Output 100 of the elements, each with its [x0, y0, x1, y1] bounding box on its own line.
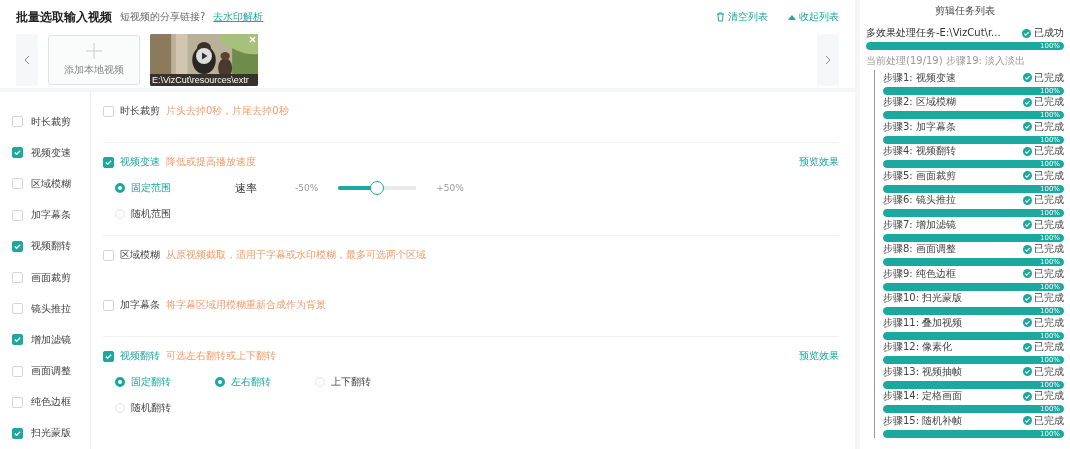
- previous-button[interactable]: [16, 34, 38, 86]
- step-label: 步骤8: 画面调整: [883, 242, 956, 256]
- checkbox[interactable]: [103, 299, 114, 311]
- radio-option[interactable]: 上下翻转: [315, 375, 395, 389]
- step-status: 已完成: [1034, 95, 1064, 109]
- check-circle-icon: [1022, 28, 1031, 38]
- add-video-button[interactable]: 添加本地视频: [48, 35, 140, 85]
- check-circle-icon: [1023, 342, 1032, 352]
- hint-text: 降低或提高播放速度: [166, 155, 256, 169]
- slider-min: -50%: [295, 183, 319, 193]
- checkbox[interactable]: [12, 396, 23, 408]
- parse-link[interactable]: 去水印解析: [213, 10, 264, 24]
- effect-label: 画面调整: [31, 364, 71, 379]
- step-label: 步骤3: 加字幕条: [883, 119, 956, 134]
- current-step-text: 当前处理(19/19) 步骤19: 淡入淡出: [866, 54, 1027, 68]
- hint-text: 从原视频截取，适用于字幕或水印模糊，最多可选两个区域: [166, 248, 426, 262]
- close-icon[interactable]: [249, 36, 256, 43]
- task-status: 已成功: [1034, 26, 1064, 40]
- play-icon[interactable]: [196, 48, 212, 64]
- checkbox[interactable]: [12, 209, 23, 221]
- checkbox[interactable]: [12, 365, 23, 377]
- check-circle-icon: [1023, 416, 1032, 425]
- section-title: 时长裁剪: [120, 104, 160, 118]
- checkbox[interactable]: [12, 178, 23, 190]
- checkbox[interactable]: [12, 427, 23, 439]
- checkbox[interactable]: [12, 240, 23, 252]
- slider-max: +50%: [436, 183, 464, 193]
- checkbox[interactable]: [12, 147, 23, 159]
- section-title: 加字幕条: [120, 298, 160, 312]
- next-button[interactable]: [817, 34, 839, 86]
- checkbox[interactable]: [12, 116, 23, 128]
- step-status: 已完成: [1034, 168, 1064, 183]
- effect-label: 纯色边框: [31, 395, 71, 410]
- section-title: 区域模糊: [120, 248, 160, 262]
- task-name: 多效果处理任务-E:\VizCut\r...: [866, 26, 1001, 40]
- step-label: 步骤12: 像素化: [883, 340, 953, 354]
- file-path-caption: E:\VizCut\resources\extr: [150, 74, 258, 86]
- check-circle-icon: [1023, 318, 1032, 327]
- clear-list-button[interactable]: 清空列表: [716, 10, 768, 24]
- check-circle-icon: [1023, 367, 1032, 376]
- step-status: 已完成: [1034, 340, 1064, 354]
- checkbox[interactable]: [103, 249, 114, 261]
- preview-button[interactable]: 预览效果: [799, 349, 839, 363]
- step-status: 已完成: [1034, 413, 1064, 428]
- radio-option[interactable]: 固定翻转: [115, 375, 195, 389]
- checkbox[interactable]: [12, 303, 23, 315]
- section-title: 视频翻转: [120, 349, 160, 363]
- check-circle-icon: [1023, 171, 1032, 180]
- step-status: 已完成: [1034, 291, 1064, 305]
- step-status: 已完成: [1034, 144, 1064, 158]
- step-label: 步骤15: 随机补帧: [883, 413, 963, 428]
- step-status: 已完成: [1034, 217, 1064, 232]
- trash-icon: [716, 12, 725, 22]
- slider-label: 速率: [235, 180, 258, 196]
- checkbox[interactable]: [103, 156, 114, 168]
- checkbox[interactable]: [12, 334, 23, 346]
- step-status: 已完成: [1034, 266, 1064, 281]
- check-circle-icon: [1023, 146, 1032, 156]
- question-text: 短视频的分享链接?: [120, 10, 206, 24]
- effect-label: 视频翻转: [31, 239, 71, 254]
- step-label: 步骤7: 增加滤镜: [883, 217, 956, 232]
- checkbox[interactable]: [103, 350, 114, 362]
- check-circle-icon: [1023, 269, 1032, 278]
- radio-option[interactable]: 固定范围: [115, 181, 195, 195]
- step-status: 已完成: [1034, 242, 1064, 256]
- step-status: 已完成: [1034, 315, 1064, 330]
- checkbox[interactable]: [12, 272, 23, 284]
- radio-option[interactable]: 随机范围: [115, 207, 195, 221]
- effect-label: 增加滤镜: [31, 332, 71, 347]
- chevron-right-icon: [825, 55, 831, 65]
- check-circle-icon: [1023, 73, 1032, 82]
- step-status: 已完成: [1034, 70, 1064, 85]
- effect-label: 画面裁剪: [31, 270, 71, 285]
- check-circle-icon: [1023, 195, 1032, 205]
- check-circle-icon: [1023, 97, 1032, 107]
- step-label: 步骤14: 定格画面: [883, 389, 963, 403]
- caret-up-icon: [788, 14, 796, 20]
- check-circle-icon: [1023, 391, 1032, 401]
- hint-text: 将字幕区域用模糊重新合成作为背景: [166, 298, 326, 312]
- step-label: 步骤2: 区域模糊: [883, 95, 956, 109]
- step-status: 已完成: [1034, 364, 1064, 379]
- step-label: 步骤6: 镜头推拉: [883, 193, 956, 207]
- checkbox[interactable]: [103, 105, 114, 117]
- check-circle-icon: [1023, 122, 1032, 131]
- preview-button[interactable]: 预览效果: [799, 155, 839, 169]
- step-label: 步骤4: 视频翻转: [883, 144, 956, 158]
- step-label: 步骤9: 纯色边框: [883, 266, 956, 281]
- page-title: 批量选取输入视频: [16, 8, 112, 26]
- radio-option[interactable]: 左右翻转: [215, 375, 295, 389]
- panel-title: 剪辑任务列表: [934, 4, 996, 18]
- step-status: 已完成: [1034, 193, 1064, 207]
- check-circle-icon: [1023, 244, 1032, 254]
- step-status: 已完成: [1034, 119, 1064, 134]
- collapse-list-button[interactable]: 收起列表: [788, 10, 839, 24]
- step-label: 步骤10: 扫光蒙版: [883, 291, 963, 305]
- radio-option[interactable]: 随机翻转: [115, 401, 195, 415]
- check-circle-icon: [1023, 293, 1032, 303]
- plus-icon: [86, 43, 102, 59]
- step-status: 已完成: [1034, 389, 1064, 403]
- effect-label: 加字幕条: [31, 208, 71, 223]
